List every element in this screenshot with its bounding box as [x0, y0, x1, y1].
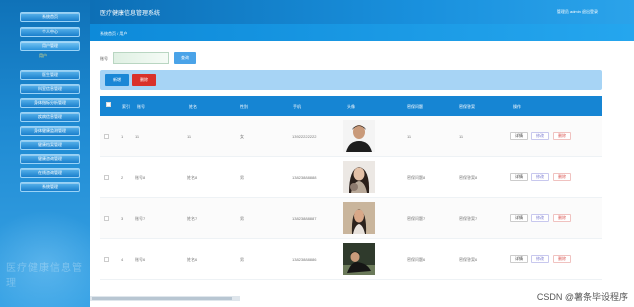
- sidebar-subitem-users[interactable]: 用户: [39, 53, 47, 59]
- search-label: 账号: [100, 56, 108, 61]
- edit-button[interactable]: 修改: [531, 214, 549, 222]
- edit-button[interactable]: 修改: [531, 173, 549, 181]
- cell-gender: 男: [240, 216, 244, 221]
- csdn-watermark: CSDN @薯条毕设程序: [536, 292, 628, 302]
- sidebar-item-online-consult[interactable]: 在线咨询管理: [20, 168, 80, 178]
- detail-button[interactable]: 详情: [510, 255, 528, 263]
- sidebar: 系统首页 个人中心 用户管理 用户 医生管理 科室信息管理 身体指标分析管理 疾…: [0, 0, 90, 307]
- cell-account: 账号8: [135, 175, 146, 180]
- delete-button[interactable]: 删除: [132, 74, 156, 86]
- cell-answer: 密保答案7: [459, 216, 478, 221]
- cell-answer: 密保答案6: [459, 257, 478, 262]
- cell-phone: 13823888888: [292, 175, 317, 180]
- action-bar: 新增 删除: [100, 70, 602, 90]
- avatar: [343, 243, 375, 275]
- cell-question: 密保问题7: [407, 216, 426, 221]
- col-header-gender: 性别: [240, 104, 248, 109]
- cell-phone: 13823888886: [292, 257, 317, 262]
- cell-phone: 13823888887: [292, 216, 317, 221]
- add-button[interactable]: 新增: [105, 74, 129, 86]
- col-header-avatar: 头像: [347, 104, 355, 109]
- row-delete-button[interactable]: 删除: [553, 214, 571, 222]
- detail-button[interactable]: 详情: [510, 132, 528, 140]
- table-row: 3 账号7 姓名7 男 13823888887 密保问题7 密保答案7 详情 修…: [100, 198, 602, 239]
- sidebar-item-doctors[interactable]: 医生管理: [20, 70, 80, 80]
- table-row: 2 账号8 姓名8 男 13823888888 密保问题8 密保答案8 详情 修…: [100, 157, 602, 198]
- table-row: 1 11 11 女 13922222222 11 11 详情 修改 删除: [100, 116, 602, 157]
- col-header-index: 索引: [122, 104, 130, 109]
- detail-button[interactable]: 详情: [510, 214, 528, 222]
- detail-button[interactable]: 详情: [510, 173, 528, 181]
- cell-gender: 男: [240, 257, 244, 262]
- cell-index: 4: [121, 257, 124, 262]
- search-button[interactable]: 查询: [174, 52, 196, 64]
- app-title: 医疗健康信息管理系统: [100, 11, 161, 17]
- avatar: [343, 161, 375, 193]
- cell-index: 3: [121, 216, 124, 221]
- edit-button[interactable]: 修改: [531, 255, 549, 263]
- col-header-question: 密保问题: [407, 104, 423, 109]
- cell-name: 11: [187, 134, 192, 139]
- sidebar-item-users[interactable]: 用户管理: [20, 41, 80, 51]
- sidebar-item-home[interactable]: 系统首页: [20, 12, 80, 22]
- cell-gender: 男: [240, 175, 244, 180]
- cell-question: 密保问题8: [407, 175, 426, 180]
- sidebar-item-disease[interactable]: 疾病信息管理: [20, 112, 80, 122]
- cell-gender: 女: [240, 134, 244, 139]
- row-delete-button[interactable]: 删除: [553, 255, 571, 263]
- sidebar-item-monitoring[interactable]: 身体健康监测管理: [20, 126, 80, 136]
- row-checkbox[interactable]: [104, 257, 109, 262]
- sidebar-item-system[interactable]: 系统管理: [20, 182, 80, 192]
- cell-name: 姓名7: [187, 216, 198, 221]
- cell-name: 姓名8: [187, 175, 198, 180]
- row-checkbox[interactable]: [104, 175, 109, 180]
- col-header-answer: 密保答案: [459, 104, 475, 109]
- cell-phone: 13922222222: [292, 134, 317, 139]
- breadcrumb-bar: 系统首页 / 用户: [90, 24, 634, 41]
- row-checkbox[interactable]: [104, 134, 109, 139]
- table-row: 4 账号6 姓名6 男 13823888886 密保问题6 密保答案6 详情 修…: [100, 239, 602, 280]
- scrollbar-thumb[interactable]: [92, 297, 232, 300]
- top-header: 医疗健康信息管理系统 管理员 admin 退出登录: [90, 0, 634, 24]
- col-header-account: 账号: [137, 104, 145, 109]
- cell-index: 1: [121, 134, 124, 139]
- table-header: 索引 账号 姓名 性别 手机 头像 密保问题 密保答案 操作: [100, 96, 602, 116]
- col-header-ops: 操作: [513, 104, 521, 109]
- breadcrumb[interactable]: 系统首页 / 用户: [100, 31, 127, 37]
- row-delete-button[interactable]: 删除: [553, 173, 571, 181]
- row-checkbox[interactable]: [104, 216, 109, 221]
- cell-account: 账号7: [135, 216, 146, 221]
- sidebar-item-body-index[interactable]: 身体指标分析管理: [20, 98, 80, 108]
- cell-index: 2: [121, 175, 124, 180]
- sidebar-item-departments[interactable]: 科室信息管理: [20, 84, 80, 94]
- avatar: [343, 202, 375, 234]
- cell-question: 11: [407, 134, 412, 139]
- search-input[interactable]: [113, 52, 169, 64]
- col-header-name: 姓名: [189, 104, 197, 109]
- horizontal-scrollbar[interactable]: [90, 296, 240, 301]
- row-delete-button[interactable]: 删除: [553, 132, 571, 140]
- cell-account: 11: [135, 134, 140, 139]
- user-info[interactable]: 管理员 admin 退出登录: [557, 9, 598, 15]
- sidebar-item-health-records[interactable]: 健康档案管理: [20, 140, 80, 150]
- select-all-checkbox[interactable]: [106, 102, 111, 107]
- cell-name: 姓名6: [187, 257, 198, 262]
- sidebar-watermark: 医疗健康信息管理: [6, 263, 83, 289]
- avatar: [343, 120, 375, 152]
- cell-question: 密保问题6: [407, 257, 426, 262]
- col-header-phone: 手机: [293, 104, 301, 109]
- sidebar-item-profile[interactable]: 个人中心: [20, 27, 80, 37]
- cell-answer: 密保答案8: [459, 175, 478, 180]
- cell-account: 账号6: [135, 257, 146, 262]
- edit-button[interactable]: 修改: [531, 132, 549, 140]
- cell-answer: 11: [459, 134, 464, 139]
- sidebar-item-health-consult[interactable]: 健康咨询管理: [20, 154, 80, 164]
